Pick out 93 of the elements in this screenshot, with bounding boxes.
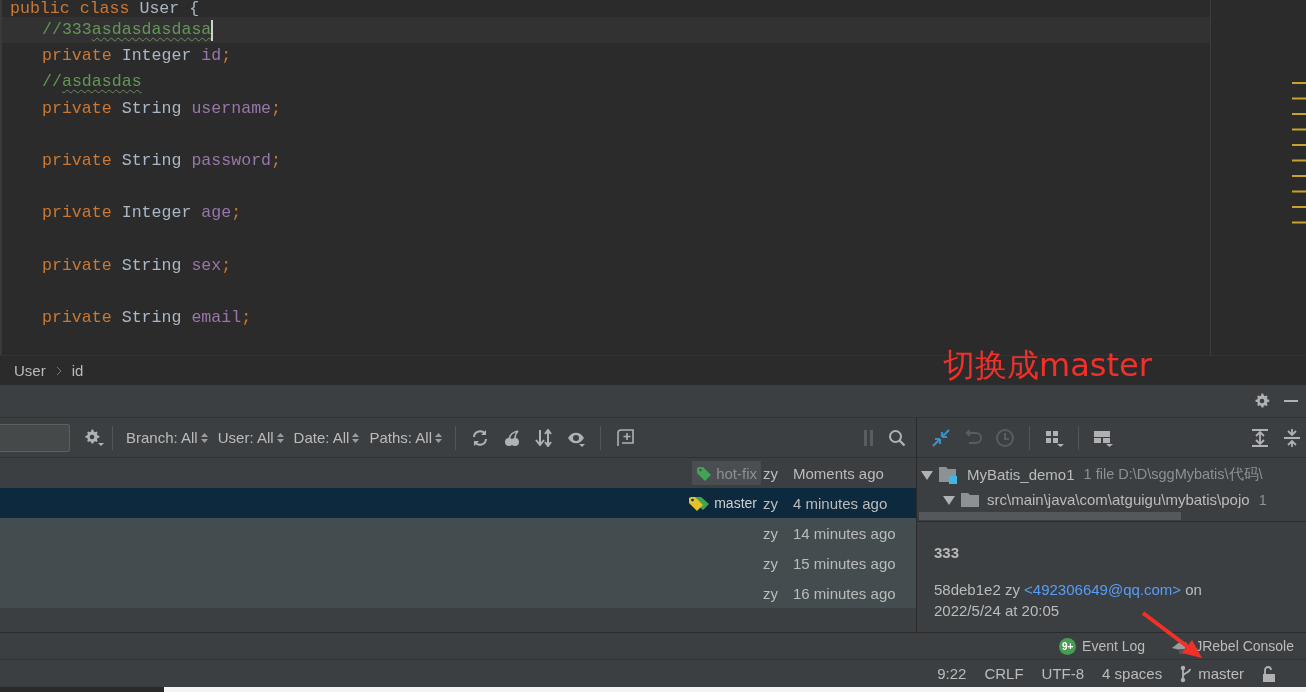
code-token: ;	[241, 307, 252, 330]
code-token: Integer	[121, 202, 193, 225]
expand-all-icon[interactable]	[1250, 427, 1270, 448]
filter-dropdown[interactable]: Paths: All	[364, 429, 447, 446]
commit-date: 15 minutes ago	[793, 554, 897, 572]
tag-icon	[696, 465, 713, 481]
commit-author: zy	[763, 524, 779, 542]
code-token: email	[191, 307, 242, 330]
settings-icon[interactable]	[1254, 392, 1270, 410]
branch-icon	[1180, 664, 1193, 683]
tree-node-label[interactable]: MyBatis_demo1	[967, 466, 1075, 483]
search-field[interactable]	[0, 423, 70, 452]
code-token: password	[191, 149, 272, 172]
breadcrumb[interactable]: id	[71, 362, 84, 379]
arrows-icon[interactable]	[931, 427, 951, 448]
tree-node-label[interactable]: src\main\java\com\atguigu\mybatis\pojo	[987, 491, 1250, 508]
unlock-icon[interactable]	[1262, 665, 1276, 682]
code-token: private	[42, 307, 113, 330]
tag-label: hot-fix	[692, 461, 761, 485]
code-token: id	[201, 45, 222, 68]
code-token: ;	[231, 202, 242, 225]
code-token: private	[42, 149, 113, 172]
code-token: User {	[139, 0, 200, 17]
commit-row[interactable]: master zy 4 minutes ago	[0, 488, 916, 518]
commit-message: 333	[934, 543, 961, 563]
expanded-arrow-icon[interactable]	[943, 493, 955, 506]
filter-dropdown[interactable]: Branch: All	[121, 429, 213, 446]
git-branch-widget[interactable]: master	[1180, 664, 1244, 683]
code-comment: asdasdasdasa	[91, 19, 212, 41]
branch-label: master	[684, 491, 761, 515]
refresh-icon[interactable]	[471, 428, 489, 447]
expanded-arrow-icon[interactable]	[921, 468, 933, 481]
commit-author: zy	[763, 584, 779, 602]
code-token: String	[121, 254, 183, 277]
sort-arrows-icon	[276, 431, 284, 444]
code-token: String	[121, 97, 183, 120]
sort-arrows-icon	[435, 431, 442, 444]
collapse-all-icon[interactable]	[1282, 427, 1302, 448]
code-token: private	[42, 45, 113, 68]
commit-date: Moments ago	[793, 464, 885, 482]
text-cursor	[211, 20, 214, 41]
code-token: ;	[221, 45, 232, 68]
code-token: ;	[271, 97, 282, 120]
commit-author: zy	[763, 554, 779, 572]
filter-dropdown[interactable]: User: All	[212, 429, 289, 446]
chevron-icon	[55, 365, 62, 376]
code-token: ;	[221, 254, 232, 277]
search-icon[interactable]	[888, 428, 906, 447]
code-comment: //	[42, 71, 62, 94]
email-link[interactable]: <492306649@qq.com>	[1024, 581, 1182, 598]
code-token: age	[201, 202, 232, 225]
cherry-icon[interactable]	[503, 428, 521, 447]
line-separator[interactable]: CRLF	[984, 665, 1024, 682]
commit-date: 4 minutes ago	[793, 494, 889, 512]
code-token: String	[121, 307, 183, 330]
code-token: private	[42, 202, 113, 225]
gear-icon	[1254, 392, 1270, 410]
commit-row[interactable]: zy 15 minutes ago	[0, 548, 916, 578]
code-token: private	[42, 254, 113, 277]
settings-icon[interactable]	[84, 427, 104, 448]
commit-row[interactable]: zy 16 minutes ago	[0, 578, 916, 608]
filter-dropdown[interactable]: Date: All	[288, 429, 365, 446]
code-token: username	[191, 97, 272, 120]
code-comment: asdasdas	[61, 71, 142, 94]
tags-icon	[688, 495, 711, 511]
code-token: sex	[191, 254, 222, 277]
code-token: ;	[271, 149, 282, 172]
tree-node-info: 1 file D:\D\sggMybatis\代码\	[1083, 465, 1263, 484]
commit-author: zy	[763, 494, 779, 512]
code-token: Integer	[121, 45, 193, 68]
code-comment: //333	[42, 19, 92, 41]
folder-icon	[960, 490, 980, 509]
indent-setting[interactable]: 4 spaces	[1102, 665, 1163, 682]
breadcrumb[interactable]: User	[14, 362, 46, 379]
sort-arrows-icon	[352, 431, 360, 444]
caret-position[interactable]: 9:22	[937, 665, 967, 682]
new-tab-icon[interactable]	[616, 428, 634, 447]
tool-window-tab[interactable]: 9+ Event Log	[1059, 637, 1146, 655]
commit-date: 14 minutes ago	[793, 524, 897, 542]
sort-arrows-icon	[200, 431, 208, 444]
file-encoding[interactable]: UTF-8	[1041, 665, 1085, 682]
code-token: private	[42, 97, 113, 120]
code-token: String	[121, 149, 183, 172]
commit-date: 16 minutes ago	[793, 584, 897, 602]
commit-info: 58deb1e2 zy <492306649@qq.com> on 2022/5/24 at 20:05	[934, 580, 1203, 621]
sort-icon[interactable]	[535, 428, 553, 447]
horizontal-scrollbar[interactable]	[919, 512, 1181, 520]
commit-row[interactable]: zy 14 minutes ago	[0, 518, 916, 548]
annotation-text: 切换成master	[943, 346, 1152, 384]
code-token: public class	[10, 0, 131, 17]
notification-badge: 9+	[1059, 637, 1077, 655]
tree-node-info: 1	[1258, 491, 1267, 508]
commit-author: zy	[763, 464, 779, 482]
